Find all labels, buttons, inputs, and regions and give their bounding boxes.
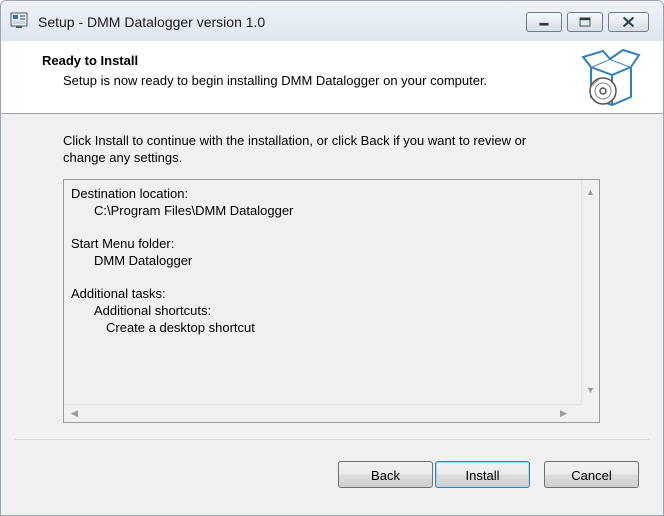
instructions-line-1: Click Install to continue with the insta… (63, 133, 527, 148)
install-summary-memo[interactable]: Destination location: C:\Program Files\D… (63, 179, 600, 423)
install-button[interactable]: Install (435, 461, 530, 488)
start-menu-value: DMM Datalogger (94, 253, 193, 268)
desktop-shortcut-task: Create a desktop shortcut (106, 320, 255, 335)
instructions-line-2: change any settings. (63, 150, 183, 165)
maximize-icon (579, 17, 591, 27)
minimize-button[interactable] (526, 12, 562, 32)
horizontal-scrollbar[interactable]: ◀ ▶ (64, 404, 581, 422)
setup-app-icon (10, 12, 28, 28)
vertical-scrollbar[interactable]: ▲ ▼ (581, 180, 599, 404)
scroll-down-icon[interactable]: ▼ (586, 386, 595, 395)
minimize-icon (539, 22, 549, 26)
page-subtitle: Setup is now ready to begin installing D… (63, 73, 488, 88)
title-bar[interactable]: Setup - DMM Datalogger version 1.0 (1, 1, 663, 41)
page-title: Ready to Install (42, 53, 139, 68)
destination-value: C:\Program Files\DMM Datalogger (94, 203, 294, 218)
maximize-button[interactable] (567, 12, 603, 32)
wizard-header: Ready to Install Setup is now ready to b… (1, 41, 663, 114)
destination-label: Destination location: (71, 186, 189, 201)
scroll-right-icon[interactable]: ▶ (560, 409, 567, 418)
footer-divider (15, 439, 649, 440)
scrollbar-corner (581, 404, 599, 422)
cancel-button[interactable]: Cancel (544, 461, 639, 488)
additional-tasks-label: Additional tasks: (71, 286, 166, 301)
additional-shortcuts-label: Additional shortcuts: (94, 303, 212, 318)
setup-window: Setup - DMM Datalogger version 1.0 Ready… (0, 0, 664, 516)
back-button[interactable]: Back (338, 461, 433, 488)
window-title: Setup - DMM Datalogger version 1.0 (38, 14, 266, 30)
start-menu-label: Start Menu folder: (71, 236, 175, 251)
close-icon (622, 16, 635, 28)
scroll-up-icon[interactable]: ▲ (586, 188, 595, 197)
scroll-left-icon[interactable]: ◀ (71, 409, 78, 418)
install-box-icon (581, 48, 641, 107)
instructions-text: Click Install to continue with the insta… (63, 132, 593, 166)
close-button[interactable] (608, 12, 649, 32)
